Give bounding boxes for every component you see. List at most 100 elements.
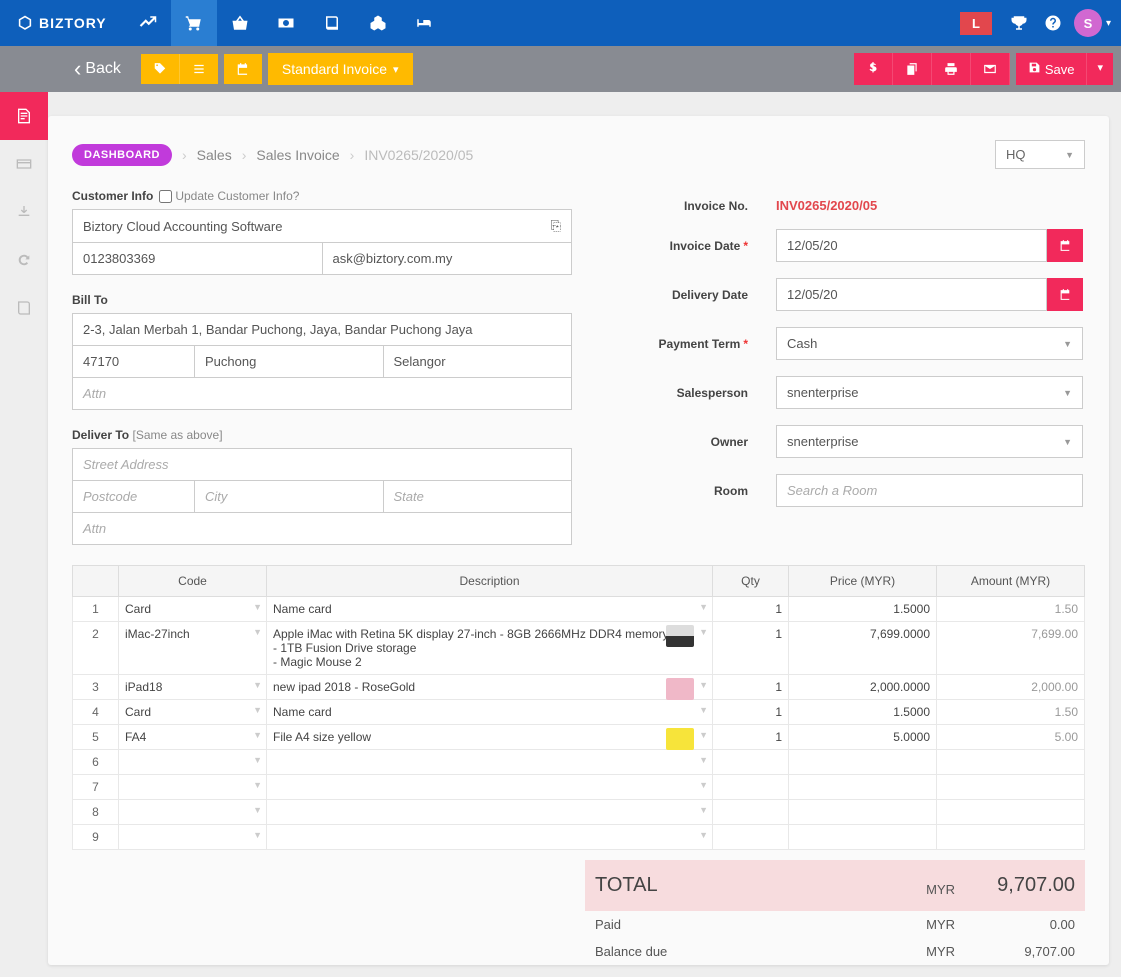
branch-select[interactable]: HQ — [995, 140, 1085, 169]
qty-cell[interactable]: 1 — [713, 597, 789, 622]
invoice-type-dropdown[interactable]: Standard Invoice — [268, 53, 413, 85]
book-icon[interactable] — [309, 0, 355, 46]
desc-cell[interactable]: Name card▼ — [267, 597, 713, 622]
desc-cell[interactable]: ▼ — [267, 800, 713, 825]
desc-cell[interactable]: ▼ — [267, 750, 713, 775]
owner-select[interactable]: snenterprise — [776, 425, 1083, 458]
code-cell[interactable]: FA4▼ — [119, 725, 267, 750]
brand-logo[interactable]: ⬡ BIZTORY — [0, 13, 125, 33]
trophy-icon[interactable] — [1002, 0, 1036, 46]
level-badge[interactable]: L — [960, 12, 992, 35]
chevron-down-icon[interactable]: ▼ — [699, 627, 708, 637]
code-cell[interactable]: iMac-27inch▼ — [119, 622, 267, 675]
table-row[interactable]: 4Card▼Name card▼11.50001.50 — [73, 700, 1085, 725]
save-dropdown[interactable]: ▾ — [1086, 53, 1113, 85]
delivery-date-input[interactable]: 12/05/20 — [776, 278, 1083, 311]
chevron-down-icon[interactable]: ▼ — [253, 705, 262, 715]
cart-icon[interactable] — [171, 0, 217, 46]
side-tab-doc[interactable] — [0, 92, 48, 140]
chevron-down-icon[interactable]: ▼ — [253, 602, 262, 612]
deliver-attn-input[interactable]: Attn — [73, 513, 571, 544]
price-cell[interactable] — [789, 750, 937, 775]
payment-term-select[interactable]: Cash — [776, 327, 1083, 360]
chevron-down-icon[interactable]: ▼ — [699, 602, 708, 612]
bill-attn-input[interactable]: Attn — [73, 378, 571, 409]
basket-icon[interactable] — [217, 0, 263, 46]
qty-cell[interactable] — [713, 825, 789, 850]
copy-button[interactable] — [893, 53, 932, 85]
side-tab-card[interactable] — [0, 140, 48, 188]
bed-icon[interactable] — [401, 0, 447, 46]
table-row[interactable]: 2iMac-27inch▼Apple iMac with Retina 5K d… — [73, 622, 1085, 675]
qty-cell[interactable]: 1 — [713, 675, 789, 700]
desc-cell[interactable]: ▼ — [267, 775, 713, 800]
chevron-down-icon[interactable]: ▼ — [699, 705, 708, 715]
update-customer-checkbox[interactable]: Update Customer Info? — [159, 189, 299, 203]
save-button[interactable]: Save — [1016, 53, 1087, 85]
code-cell[interactable]: ▼ — [119, 825, 267, 850]
price-cell[interactable] — [789, 825, 937, 850]
user-menu-caret[interactable]: ▾ — [1106, 18, 1111, 29]
bill-state-input[interactable]: Selangor — [384, 346, 572, 377]
price-cell[interactable]: 1.5000 — [789, 597, 937, 622]
desc-cell[interactable]: Name card▼ — [267, 700, 713, 725]
price-cell[interactable]: 2,000.0000 — [789, 675, 937, 700]
bill-postcode-input[interactable]: 47170 — [73, 346, 195, 377]
code-cell[interactable]: ▼ — [119, 750, 267, 775]
payment-button[interactable] — [854, 53, 893, 85]
desc-cell[interactable]: new ipad 2018 - RoseGold▼ — [267, 675, 713, 700]
customer-name-input[interactable]: Biztory Cloud Accounting Software⎘ — [73, 210, 571, 242]
table-row[interactable]: 3iPad18▼new ipad 2018 - RoseGold▼12,000.… — [73, 675, 1085, 700]
customer-phone-input[interactable]: 0123803369 — [73, 243, 323, 274]
chevron-down-icon[interactable]: ▼ — [699, 830, 708, 840]
qty-cell[interactable]: 1 — [713, 700, 789, 725]
qty-cell[interactable] — [713, 750, 789, 775]
qty-cell[interactable]: 1 — [713, 725, 789, 750]
chevron-down-icon[interactable]: ▼ — [699, 730, 708, 740]
calendar-button[interactable] — [224, 54, 262, 84]
print-button[interactable] — [932, 53, 971, 85]
table-row[interactable]: 9▼▼ — [73, 825, 1085, 850]
deliver-street-input[interactable]: Street Address — [73, 449, 571, 480]
list-button[interactable] — [180, 54, 218, 84]
qty-cell[interactable]: 1 — [713, 622, 789, 675]
code-cell[interactable]: Card▼ — [119, 700, 267, 725]
chevron-down-icon[interactable]: ▼ — [253, 627, 262, 637]
chevron-down-icon[interactable]: ▼ — [253, 830, 262, 840]
salesperson-select[interactable]: snenterprise — [776, 376, 1083, 409]
bill-city-input[interactable]: Puchong — [195, 346, 384, 377]
deliver-state-input[interactable]: State — [384, 481, 572, 512]
price-cell[interactable] — [789, 775, 937, 800]
customer-email-input[interactable]: ask@biztory.com.my — [323, 243, 572, 274]
qty-cell[interactable] — [713, 800, 789, 825]
chevron-down-icon[interactable]: ▼ — [699, 755, 708, 765]
chevron-down-icon[interactable]: ▼ — [253, 730, 262, 740]
money-icon[interactable] — [263, 0, 309, 46]
desc-cell[interactable]: Apple iMac with Retina 5K display 27-inc… — [267, 622, 713, 675]
deliver-city-input[interactable]: City — [195, 481, 384, 512]
price-cell[interactable]: 1.5000 — [789, 700, 937, 725]
breadcrumb-dashboard[interactable]: DASHBOARD — [72, 144, 172, 166]
side-tab-refresh[interactable] — [0, 236, 48, 284]
chevron-down-icon[interactable]: ▼ — [253, 755, 262, 765]
price-cell[interactable]: 7,699.0000 — [789, 622, 937, 675]
desc-cell[interactable]: File A4 size yellow▼ — [267, 725, 713, 750]
table-row[interactable]: 5FA4▼File A4 size yellow▼15.00005.00 — [73, 725, 1085, 750]
chevron-down-icon[interactable]: ▼ — [253, 805, 262, 815]
same-as-above-link[interactable]: [Same as above] — [132, 428, 222, 442]
breadcrumb-sales-invoice[interactable]: Sales Invoice — [256, 147, 339, 163]
table-row[interactable]: 6▼▼ — [73, 750, 1085, 775]
table-row[interactable]: 1Card▼Name card▼11.50001.50 — [73, 597, 1085, 622]
calendar-icon[interactable] — [1047, 278, 1083, 311]
email-button[interactable] — [971, 53, 1010, 85]
bill-street-input[interactable]: 2-3, Jalan Merbah 1, Bandar Puchong, Jay… — [73, 314, 571, 345]
help-icon[interactable] — [1036, 0, 1070, 46]
code-cell[interactable]: Card▼ — [119, 597, 267, 622]
side-tab-download[interactable] — [0, 188, 48, 236]
deliver-postcode-input[interactable]: Postcode — [73, 481, 195, 512]
calendar-icon[interactable] — [1047, 229, 1083, 262]
code-cell[interactable]: ▼ — [119, 775, 267, 800]
chevron-down-icon[interactable]: ▼ — [253, 780, 262, 790]
lookup-icon[interactable]: ⎘ — [551, 218, 561, 234]
room-input[interactable]: Search a Room — [776, 474, 1083, 507]
